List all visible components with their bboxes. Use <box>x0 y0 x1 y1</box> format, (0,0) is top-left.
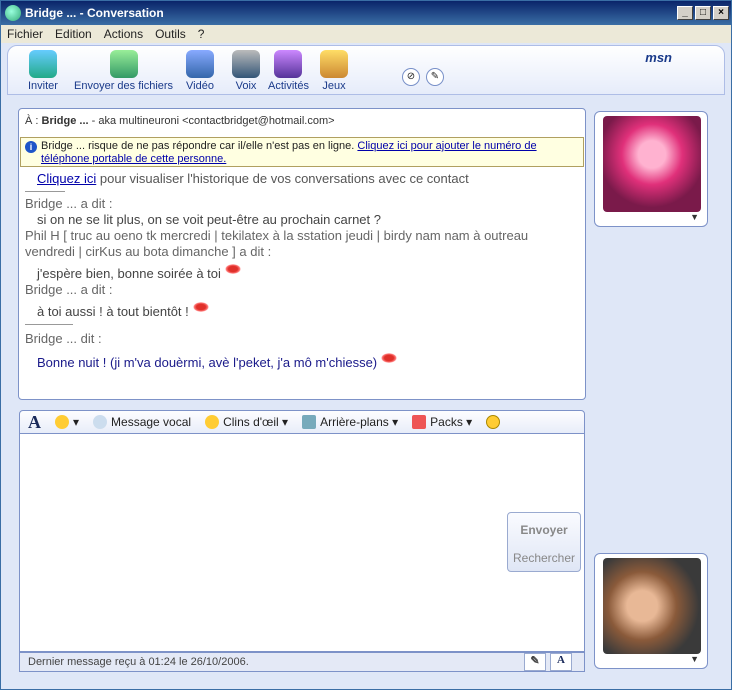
format-toolbar: A ▾ Message vocal Clins d'œil ▾ Arrière-… <box>19 410 585 434</box>
chevron-down-icon[interactable]: ▼ <box>690 654 699 664</box>
menu-outils[interactable]: Outils <box>155 27 186 41</box>
conversation-window: Bridge ... - Conversation _ □ × Fichier … <box>0 0 732 690</box>
kiss-emoticon-icon <box>192 302 209 312</box>
maximize-button[interactable]: □ <box>695 6 711 20</box>
send-button[interactable]: Envoyer <box>508 523 580 537</box>
status-bar: Dernier message reçu à 01:24 le 26/10/20… <box>19 652 585 672</box>
smiley-icon <box>55 415 69 429</box>
send-panel: Envoyer Rechercher <box>507 512 581 572</box>
games-button[interactable]: Jeux <box>320 50 348 92</box>
close-button[interactable]: × <box>713 6 729 20</box>
user-display-picture[interactable]: ▼ <box>594 553 708 669</box>
contact-avatar <box>603 116 701 212</box>
msn-logo: msn <box>645 50 672 65</box>
user-avatar <box>603 558 701 654</box>
kiss-emoticon-icon <box>381 353 398 363</box>
webcam-icon <box>186 50 214 78</box>
backgrounds-button[interactable]: Arrière-plans ▾ <box>302 415 398 429</box>
contact-name: Bridge ... <box>41 115 89 127</box>
landscape-icon <box>302 415 317 429</box>
minimize-button[interactable]: _ <box>677 6 693 20</box>
sender-line: Bridge ... dit : <box>25 331 102 346</box>
invite-icon <box>28 50 57 78</box>
wink-icon <box>205 415 220 429</box>
cards-icon <box>320 50 348 78</box>
chevron-down-icon[interactable]: ▼ <box>690 212 699 222</box>
nudge-button[interactable] <box>486 415 504 429</box>
winks-button[interactable]: Clins d'œil ▾ <box>205 415 288 429</box>
sender-line: Bridge ... a dit : <box>25 282 113 297</box>
recipient-line: À : Bridge ... - aka multineuroni <conta… <box>25 115 335 127</box>
packs-button[interactable]: Packs ▾ <box>412 415 472 429</box>
send-files-icon <box>109 50 138 78</box>
block-icon[interactable]: ⊘ <box>402 68 420 86</box>
video-button[interactable]: Vidéo <box>186 50 214 92</box>
font-icon[interactable]: A <box>28 412 41 433</box>
message-text: Bonne nuit ! (ji m'va douèrmi, avè l'pek… <box>37 355 378 370</box>
activities-icon <box>274 50 303 78</box>
msn-app-icon <box>5 5 21 21</box>
text-mode-icon[interactable]: A <box>550 653 572 671</box>
menu-fichier[interactable]: Fichier <box>7 27 43 41</box>
gift-icon <box>412 415 427 429</box>
nudge-icon <box>486 415 501 429</box>
conversation-history: Cliquez ici pour visualiser l'historique… <box>19 167 585 399</box>
message-text: à toi aussi ! à tout bientôt ! <box>37 304 189 319</box>
history-link[interactable]: Cliquez ici <box>37 171 96 186</box>
message-text: j'espère bien, bonne soirée à toi <box>37 266 221 281</box>
divider <box>25 324 73 325</box>
menu-actions[interactable]: Actions <box>104 27 143 41</box>
voice-message-button[interactable]: Message vocal <box>93 415 191 429</box>
sender-line: Phil H [ truc au oeno tk mercredi | teki… <box>25 228 529 259</box>
voice-button[interactable]: Voix <box>232 50 260 92</box>
divider <box>25 191 65 192</box>
message-row: j'espère bien, bonne soirée à toi <box>25 264 579 282</box>
search-button[interactable]: Rechercher <box>508 551 580 565</box>
emoticon-button[interactable]: ▾ <box>55 415 79 429</box>
info-icon: i <box>25 141 37 153</box>
menu-edition[interactable]: Edition <box>55 27 92 41</box>
kiss-emoticon-icon <box>224 264 241 274</box>
speaker-icon <box>93 415 108 429</box>
handwriting-icon[interactable]: ✎ <box>524 653 546 671</box>
message-row: à toi aussi ! à tout bientôt ! <box>25 302 579 320</box>
invite-button[interactable]: Inviter <box>28 50 58 92</box>
contact-display-picture[interactable]: ▼ <box>594 111 708 227</box>
last-message-status: Dernier message reçu à 01:24 le 26/10/20… <box>28 656 249 668</box>
headset-icon <box>232 50 260 78</box>
window-title: Bridge ... - Conversation <box>25 6 164 20</box>
activities-button[interactable]: Activités <box>268 50 309 92</box>
paint-icon[interactable]: ✎ <box>426 68 444 86</box>
message-row: Bonne nuit ! (ji m'va douèrmi, avè l'pek… <box>25 353 579 371</box>
send-files-button[interactable]: Envoyer des fichiers <box>74 50 173 92</box>
message-input[interactable] <box>19 434 585 652</box>
contact-details: - aka multineuroni <contactbridget@hotma… <box>91 115 335 127</box>
title-bar: Bridge ... - Conversation _ □ × <box>1 1 731 25</box>
offline-warning: i Bridge ... risque de ne pas répondre c… <box>20 137 584 167</box>
main-toolbar: Inviter Envoyer des fichiers Vidéo Voix … <box>7 45 725 95</box>
menu-bar: Fichier Edition Actions Outils ? <box>1 25 731 43</box>
sender-line: Bridge ... a dit : <box>25 196 113 211</box>
message-text: si on ne se lit plus, on se voit peut-êt… <box>37 212 381 227</box>
menu-help[interactable]: ? <box>198 27 205 41</box>
